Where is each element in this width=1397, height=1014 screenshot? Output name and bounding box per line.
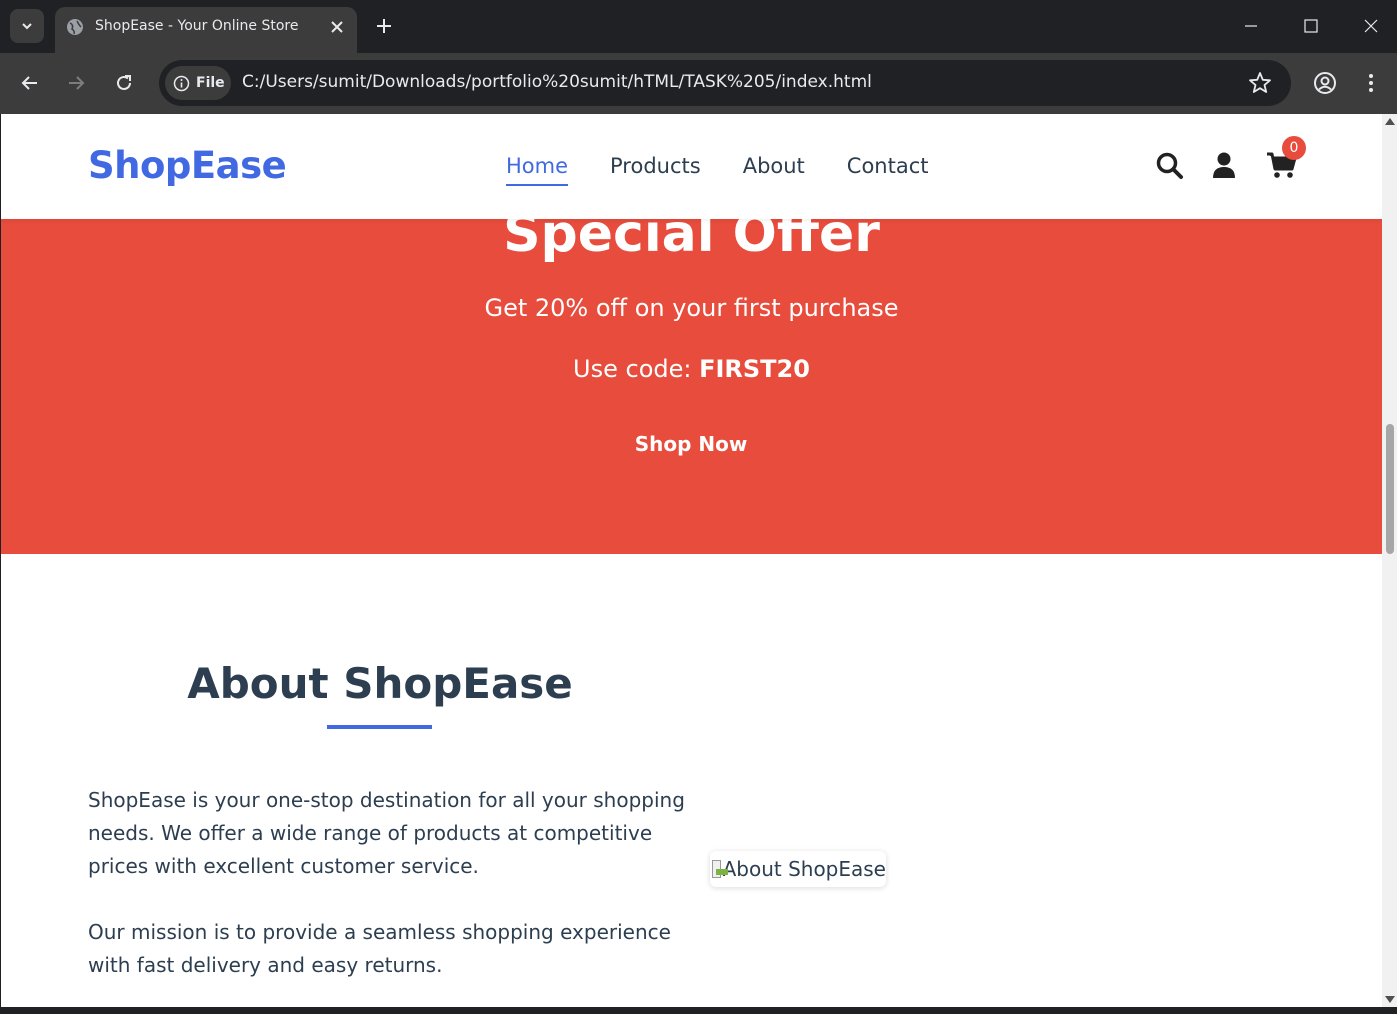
arrow-right-icon xyxy=(69,76,85,90)
page-viewport: Special Offer Get 20% off on your first … xyxy=(1,114,1382,1007)
nav-contact[interactable]: Contact xyxy=(847,154,929,186)
window-close-button[interactable] xyxy=(1351,10,1391,42)
tab-close-button[interactable] xyxy=(326,16,348,38)
site-info-chip[interactable]: File xyxy=(165,66,231,100)
about-image-alt: About ShopEase xyxy=(722,857,886,881)
about-paragraph-1: ShopEase is your one-stop destination fo… xyxy=(88,788,685,878)
minimize-icon xyxy=(1245,25,1257,27)
about-paragraph-2: Our mission is to provide a seamless sho… xyxy=(88,920,671,977)
main-nav: Home Products About Contact xyxy=(506,154,971,186)
nav-home[interactable]: Home xyxy=(506,154,569,186)
forward-button[interactable] xyxy=(58,65,94,101)
nav-about[interactable]: About xyxy=(743,154,805,186)
tab-title: ShopEase - Your Online Store xyxy=(95,18,299,34)
new-tab-button[interactable] xyxy=(372,14,396,38)
scroll-up-arrow-icon[interactable] xyxy=(1385,118,1395,125)
window-bottom-edge xyxy=(0,1007,1397,1014)
profile-button[interactable] xyxy=(1307,65,1343,101)
search-icon[interactable] xyxy=(1154,150,1184,180)
nav-products[interactable]: Products xyxy=(610,154,701,186)
site-logo[interactable]: ShopEase xyxy=(88,144,287,187)
back-button[interactable] xyxy=(12,65,48,101)
promo-code-label: Use code: xyxy=(573,355,700,383)
reload-button[interactable] xyxy=(106,65,142,101)
scrollbar-thumb[interactable] xyxy=(1386,424,1394,554)
close-icon xyxy=(1364,19,1378,33)
about-image: About ShopEase xyxy=(710,851,886,887)
more-vert-icon xyxy=(1369,74,1373,92)
tab-strip: ShopEase - Your Online Store xyxy=(0,0,1397,53)
address-bar[interactable]: File C:/Users/sumit/Downloads/portfolio%… xyxy=(159,60,1291,106)
tab-search-button[interactable] xyxy=(10,9,44,43)
scroll-down-arrow-icon[interactable] xyxy=(1385,996,1395,1003)
cart-count-badge: 0 xyxy=(1282,136,1306,160)
arrow-left-icon xyxy=(21,76,37,90)
maximize-icon xyxy=(1304,19,1318,33)
about-title-underline xyxy=(327,725,432,729)
globe-icon xyxy=(67,19,83,35)
close-icon xyxy=(331,21,343,33)
browser-tab[interactable]: ShopEase - Your Online Store xyxy=(55,7,357,53)
about-title: About ShopEase xyxy=(187,659,573,708)
hero-subtitle: Get 20% off on your first purchase xyxy=(484,294,899,322)
user-icon[interactable] xyxy=(1209,150,1239,180)
broken-image-icon xyxy=(712,860,728,878)
file-chip-label: File xyxy=(196,75,225,91)
browser-menu-button[interactable] xyxy=(1353,65,1389,101)
site-header: ShopEase Home Products About Contact 0 xyxy=(1,114,1382,219)
star-icon[interactable] xyxy=(1247,70,1273,96)
browser-toolbar: File C:/Users/sumit/Downloads/portfolio%… xyxy=(0,53,1397,114)
profile-icon xyxy=(1314,72,1336,94)
reload-icon xyxy=(117,75,131,90)
plus-icon xyxy=(377,19,391,33)
promo-code: FIRST20 xyxy=(699,355,810,383)
url-text[interactable]: C:/Users/sumit/Downloads/portfolio%20sum… xyxy=(242,72,872,92)
minimize-button[interactable] xyxy=(1231,10,1271,42)
shop-now-button[interactable]: Shop Now xyxy=(591,426,791,462)
chevron-down-icon xyxy=(22,23,32,30)
maximize-button[interactable] xyxy=(1291,10,1331,42)
promo-code-text: Use code: FIRST20 xyxy=(1,355,1382,383)
page-scrollbar[interactable] xyxy=(1382,114,1397,1007)
browser-chrome: ShopEase - Your Online Store File C:/Use… xyxy=(0,0,1397,114)
info-icon xyxy=(173,75,190,91)
